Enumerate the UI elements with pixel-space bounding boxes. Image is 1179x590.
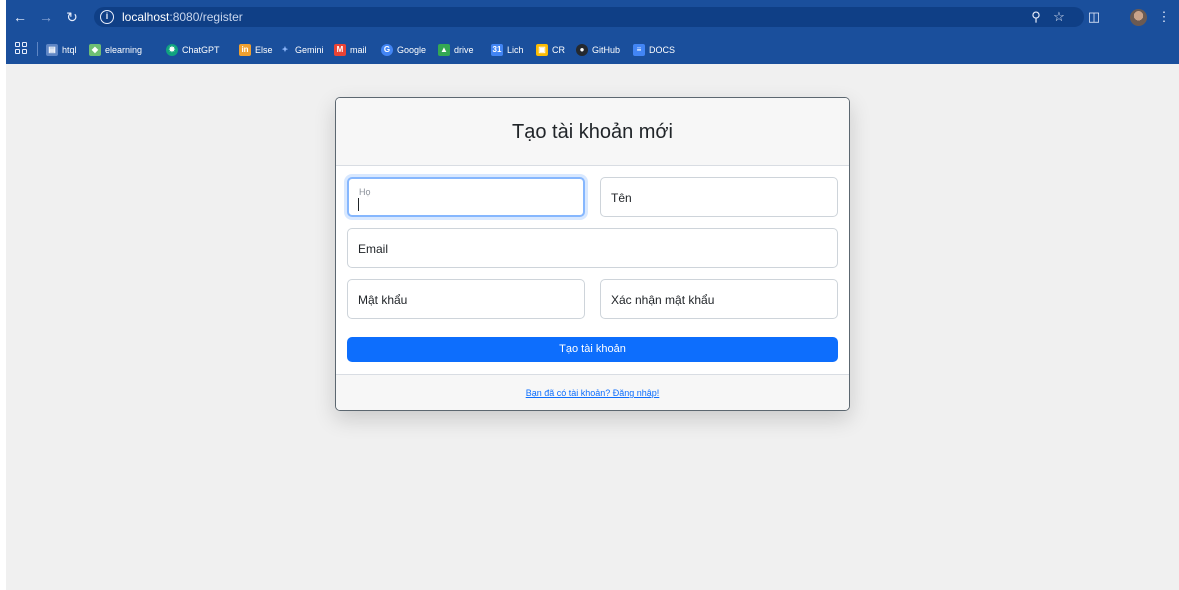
email-field[interactable]: Email: [347, 228, 838, 268]
bookmark-else[interactable]: in Else: [239, 42, 273, 58]
apps-icon[interactable]: [15, 42, 27, 54]
url-host: localhost: [122, 10, 170, 24]
profile-avatar[interactable]: [1130, 9, 1147, 26]
github-icon: ●: [576, 44, 588, 56]
first-name-label: Tên: [611, 191, 632, 205]
create-account-button[interactable]: Tạo tài khoản: [347, 337, 838, 362]
diamond-icon: ◆: [89, 44, 101, 56]
back-icon[interactable]: ←: [12, 9, 28, 25]
bookmark-label: elearning: [105, 45, 143, 55]
password-field[interactable]: Mật khẩu: [347, 279, 585, 319]
address-bar[interactable]: i localhost:8080/register: [94, 7, 1084, 27]
sheet-icon: ▤: [46, 44, 58, 56]
bookmark-label: Else: [255, 45, 273, 55]
login-link[interactable]: Bạn đã có tài khoản? Đăng nhập!: [336, 387, 849, 399]
zoom-icon[interactable]: ⚲: [1028, 9, 1044, 25]
menu-icon[interactable]: ⋮: [1156, 9, 1172, 25]
star-icon[interactable]: ☆: [1051, 9, 1067, 25]
bookmark-label: Lich: [507, 45, 524, 55]
bookmark-elearning[interactable]: ◆ elearning: [89, 42, 142, 58]
bookmark-drive[interactable]: ▲ drive: [438, 42, 474, 58]
reload-icon[interactable]: ↻: [64, 9, 80, 25]
page-title: Tạo tài khoản mới: [512, 121, 673, 143]
confirm-password-field[interactable]: Xác nhận mật khẩu: [600, 279, 838, 319]
card-header: Tạo tài khoản mới: [336, 98, 849, 166]
drive-icon: ▲: [438, 44, 450, 56]
bookmark-cr[interactable]: ▣ CR: [536, 42, 565, 58]
forward-icon[interactable]: →: [38, 9, 54, 25]
browser-toolbar: ← → ↻ i localhost:8080/register ⚲ ☆ ◫ ⋮: [6, 0, 1179, 34]
bookmark-label: ChatGPT: [182, 45, 220, 55]
bookmark-label: drive: [454, 45, 474, 55]
bookmark-label: DOCS: [649, 45, 676, 55]
image-icon: ▣: [536, 44, 548, 56]
first-name-field[interactable]: Tên: [600, 177, 838, 217]
bookmark-htql[interactable]: ▤ htql: [46, 42, 77, 58]
password-label: Mật khẩu: [358, 293, 408, 307]
last-name-field[interactable]: Họ: [347, 177, 585, 217]
bookmark-label: Gemini: [295, 45, 324, 55]
email-label: Email: [358, 242, 389, 256]
chatgpt-icon: ✸: [166, 44, 178, 56]
google-icon: G: [381, 44, 393, 56]
calendar-icon: 31: [491, 44, 503, 56]
bookmark-lich[interactable]: 31 Lich: [491, 42, 524, 58]
docs-icon: ≡: [633, 44, 645, 56]
extensions-icon[interactable]: ◫: [1086, 9, 1102, 25]
else-icon: in: [239, 44, 251, 56]
bookmark-separator: [37, 42, 38, 56]
bookmark-mail[interactable]: Mmail: [334, 42, 367, 58]
site-info-icon[interactable]: i: [100, 10, 114, 24]
bookmark-label: htql: [62, 45, 77, 55]
bookmark-github[interactable]: ● GitHub: [576, 42, 620, 58]
bookmark-google[interactable]: G Google: [381, 42, 426, 58]
register-card: Tạo tài khoản mới Họ Tên Email Mật khẩu …: [335, 97, 850, 411]
gmail-icon: M: [334, 44, 346, 56]
url-path: :8080/register: [169, 10, 243, 24]
bookmark-docs[interactable]: ≡ DOCS: [633, 42, 675, 58]
confirm-password-label: Xác nhận mật khẩu: [611, 293, 715, 307]
bookmark-label: CR: [552, 45, 565, 55]
browser-window: ← → ↻ i localhost:8080/register ⚲ ☆ ◫ ⋮ …: [6, 0, 1179, 590]
gemini-icon: ✦: [281, 45, 289, 54]
bookmark-label: Google: [397, 45, 427, 55]
url-text[interactable]: localhost:8080/register: [122, 10, 243, 24]
bookmark-label: mail: [350, 45, 367, 55]
last-name-label: Họ: [359, 187, 371, 197]
bookmark-chatgpt[interactable]: ✸ ChatGPT: [166, 42, 220, 58]
bookmark-gemini[interactable]: ✦ Gemini: [279, 42, 324, 58]
text-caret: [358, 198, 359, 211]
card-footer: Bạn đã có tài khoản? Đăng nhập!: [336, 374, 849, 410]
bookmark-label: GitHub: [592, 45, 621, 55]
